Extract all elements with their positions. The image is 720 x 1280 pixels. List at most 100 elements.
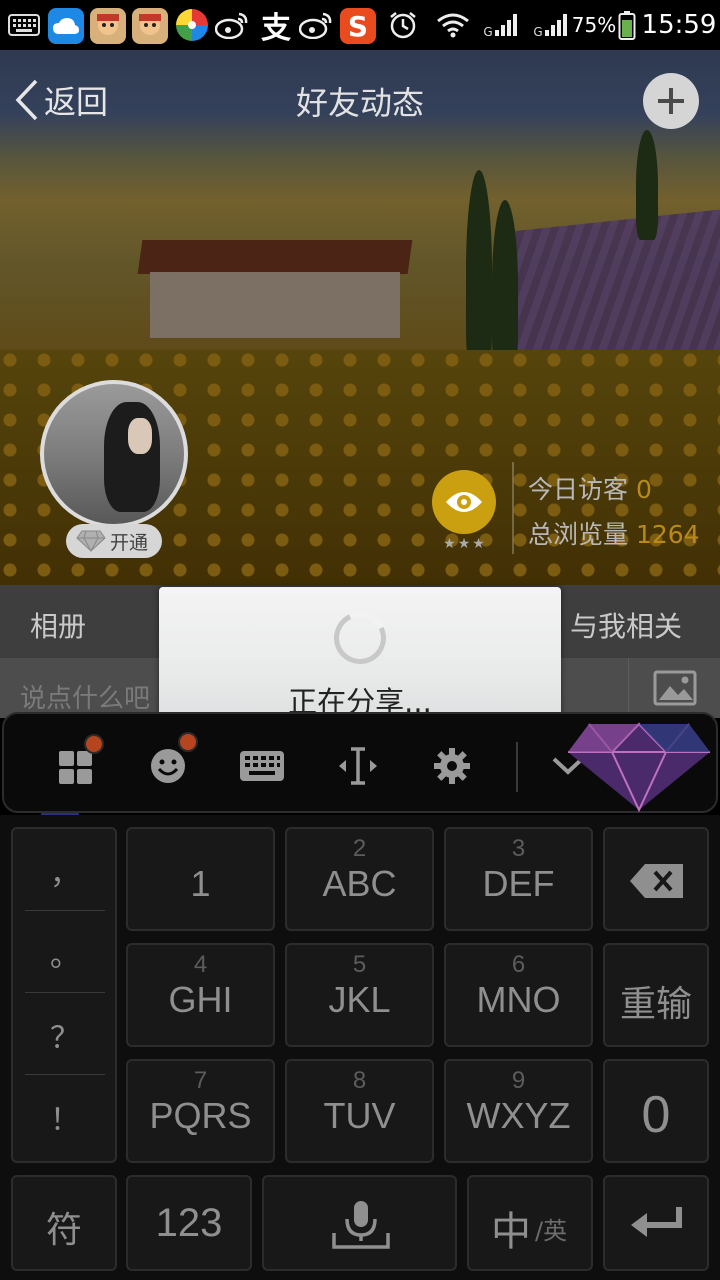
- signal-type-label: G: [483, 25, 493, 39]
- enter-icon: [631, 1207, 682, 1237]
- numbers-button[interactable]: 123: [126, 1175, 252, 1271]
- punct-key-question[interactable]: ？: [25, 995, 105, 1075]
- key-label: GHI: [168, 979, 233, 1020]
- total-views: 总浏览量 1264: [528, 515, 700, 551]
- image-button[interactable]: [628, 658, 720, 718]
- visitors-button[interactable]: [432, 470, 496, 534]
- ime-emoji-button[interactable]: [140, 732, 198, 794]
- weibo-icon: [214, 8, 250, 42]
- key-2[interactable]: 2 ABC: [285, 827, 434, 931]
- vip-badge[interactable]: 开通: [66, 524, 162, 558]
- key-label: DEF: [482, 863, 555, 904]
- gear-icon: [434, 748, 470, 784]
- status-bar: 支 S G G 75% 15:59: [0, 0, 720, 50]
- punct-key-period[interactable]: 。: [25, 913, 105, 993]
- signal-icon: G: [532, 8, 570, 42]
- divider: [512, 462, 514, 554]
- notification-dot: [178, 732, 198, 752]
- avatar[interactable]: [40, 380, 188, 528]
- key-6[interactable]: 6 MNO: [444, 943, 593, 1047]
- diamond-icon: [76, 530, 106, 552]
- punctuation-column: ， 。 ？ ！: [11, 827, 117, 1163]
- key-digit: 8: [352, 1067, 367, 1094]
- image-icon: [653, 670, 696, 706]
- ime-apps-button[interactable]: [48, 734, 104, 794]
- key-label: PQRS: [149, 1095, 252, 1136]
- enter-button[interactable]: [603, 1175, 709, 1271]
- avatar-hair: [104, 402, 160, 512]
- key-7[interactable]: 7 PQRS: [126, 1059, 275, 1163]
- diamond-skin-icon[interactable]: [564, 714, 714, 814]
- microphone-icon: [332, 1201, 390, 1249]
- language-toggle-button[interactable]: 中 /英: [467, 1175, 593, 1271]
- cloud-icon: [48, 8, 84, 44]
- signal-type-label: G: [533, 25, 543, 39]
- punct-key-comma[interactable]: ，: [25, 831, 105, 911]
- battery-percent: 75%: [571, 13, 617, 37]
- text-cursor-icon: [339, 747, 377, 785]
- key-1[interactable]: 1: [126, 827, 275, 931]
- key-label: ABC: [322, 863, 397, 904]
- key-8[interactable]: 8 TUV: [285, 1059, 434, 1163]
- symbols-label: 符: [45, 1209, 82, 1250]
- total-views-value: 1264: [635, 520, 700, 549]
- ime-cursor-button[interactable]: [330, 738, 386, 794]
- key-9[interactable]: 9 WXYZ: [444, 1059, 593, 1163]
- key-3[interactable]: 3 DEF: [444, 827, 593, 931]
- today-visitors-label: 今日访客: [528, 475, 629, 504]
- key-label: TUV: [323, 1095, 396, 1136]
- today-visitors-value: 0: [635, 475, 652, 504]
- key-5[interactable]: 5 JKL: [285, 943, 434, 1047]
- vip-label: 开通: [110, 531, 149, 554]
- clock: 15:59: [641, 10, 717, 40]
- key-label: MNO: [476, 979, 561, 1020]
- key-digit: 9: [511, 1067, 526, 1094]
- key-digit: 7: [193, 1067, 208, 1094]
- sogou-icon: S: [340, 8, 376, 44]
- game-app-icon: [132, 8, 168, 44]
- loading-spinner: [326, 604, 394, 672]
- key-digit: 4: [193, 951, 208, 978]
- numbers-label: 123: [155, 1201, 223, 1245]
- keyboard-icon: [6, 8, 42, 42]
- notification-dot: [84, 734, 104, 754]
- page-title: 好友动态: [295, 84, 424, 122]
- divider: [516, 742, 518, 792]
- wifi-icon: [434, 8, 472, 42]
- language-sub-label: /英: [535, 1217, 568, 1245]
- tab-album[interactable]: 相册: [30, 605, 86, 645]
- retype-button[interactable]: 重输: [603, 943, 709, 1047]
- keyboard-icon: [240, 751, 284, 781]
- alarm-icon: [386, 8, 420, 42]
- ime-settings-button[interactable]: [424, 738, 480, 794]
- battery-icon: [616, 8, 638, 42]
- tab-related[interactable]: 与我相关: [570, 605, 682, 645]
- game-app-icon: [90, 8, 126, 44]
- key-label: JKL: [328, 979, 391, 1020]
- backspace-button[interactable]: [603, 827, 709, 931]
- avatar-face: [128, 418, 152, 454]
- pinwheel-icon: [174, 8, 210, 42]
- rating-stars: ★★★: [443, 536, 487, 552]
- key-digit: 3: [511, 835, 526, 862]
- backspace-icon: [630, 864, 683, 898]
- language-main-label: 中: [491, 1209, 531, 1255]
- key-4[interactable]: 4 GHI: [126, 943, 275, 1047]
- key-label: 1: [190, 863, 211, 904]
- punct-key-exclamation[interactable]: ！: [25, 1077, 105, 1157]
- plus-icon: [658, 88, 684, 114]
- emoji-icon: [151, 749, 185, 783]
- signal-icon: G: [482, 8, 520, 42]
- status-input[interactable]: 说点什么吧: [20, 678, 150, 715]
- ime-toolbar: [2, 712, 718, 813]
- key-digit: 6: [511, 951, 526, 978]
- alipay-icon: 支: [261, 11, 291, 46]
- voice-input-button[interactable]: [262, 1175, 457, 1271]
- add-button[interactable]: [643, 73, 699, 129]
- key-digit: 2: [352, 835, 367, 862]
- symbols-button[interactable]: 符: [11, 1175, 117, 1271]
- key-0[interactable]: 0: [603, 1059, 709, 1163]
- ime-keyboard-button[interactable]: [234, 738, 290, 794]
- total-views-label: 总浏览量: [528, 520, 629, 549]
- eye-icon: [446, 492, 482, 512]
